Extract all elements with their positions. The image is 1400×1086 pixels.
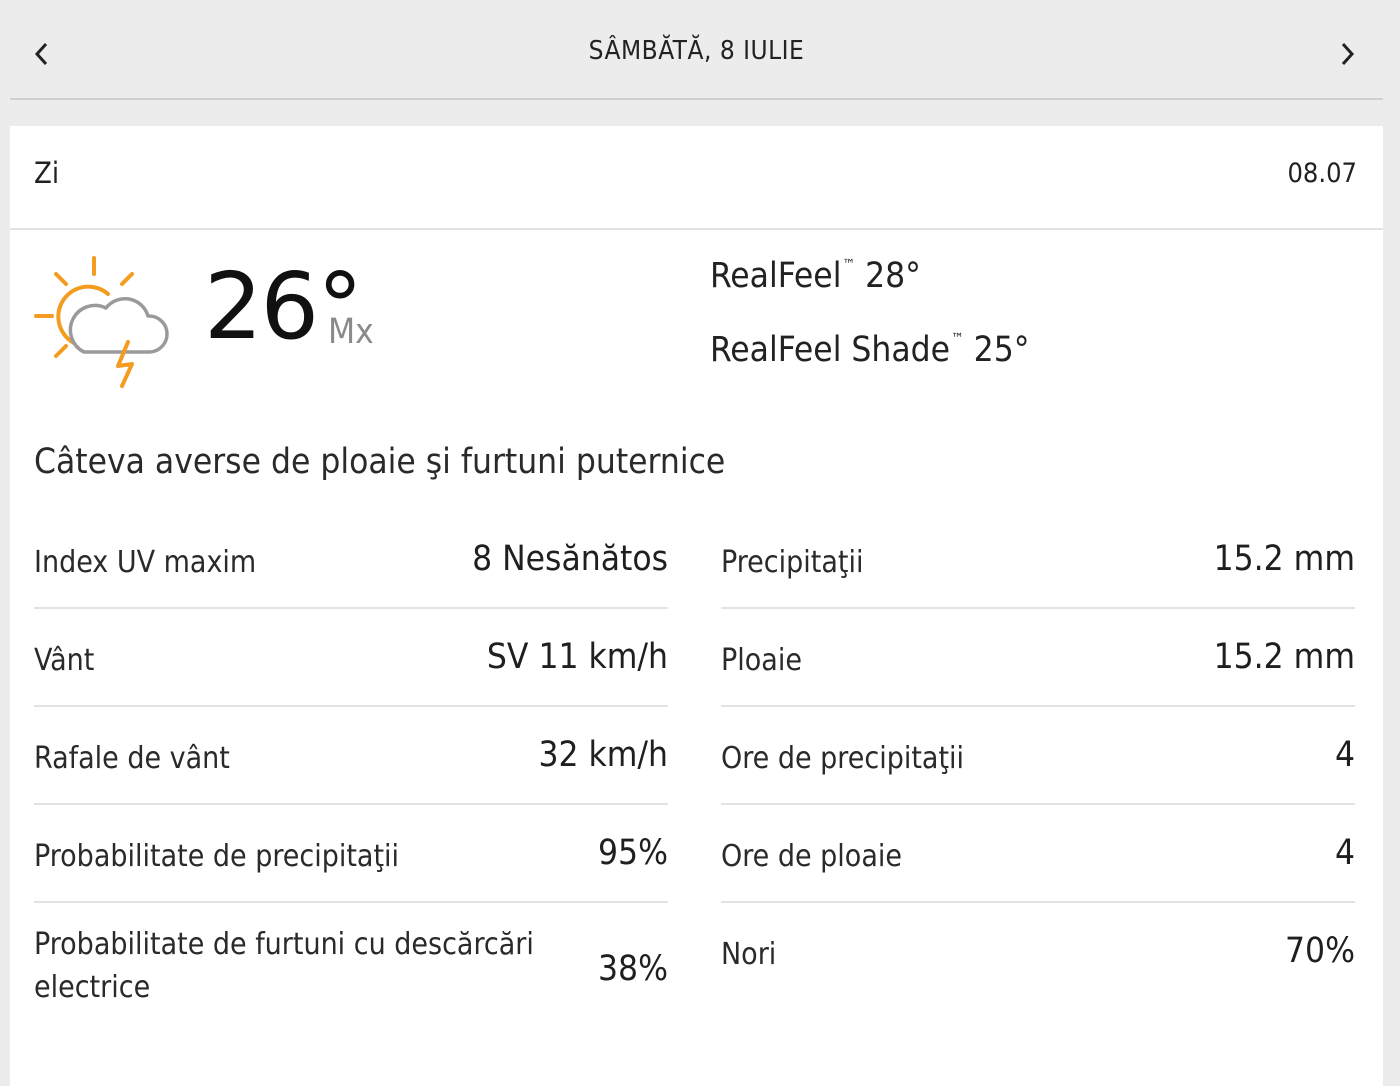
detail-value: 15.2 mm xyxy=(1213,539,1355,579)
forecast-phrase: Câteva averse de ploaie şi furtuni puter… xyxy=(34,442,726,482)
detail-value: 70% xyxy=(1285,931,1355,971)
period-date: 08.07 xyxy=(1287,158,1357,189)
detail-value: SV 11 km/h xyxy=(486,637,668,677)
realfeel-shade-label: RealFeel Shade xyxy=(710,330,951,370)
detail-label: Ploaie xyxy=(721,643,802,678)
realfeel-shade: RealFeel Shade™ 25° xyxy=(710,330,1029,370)
detail-label: Rafale de vânt xyxy=(34,741,230,776)
chevron-right-icon xyxy=(1341,42,1355,66)
detail-row-wind: Vânt SV 11 km/h xyxy=(34,609,668,707)
detail-label: Probabilitate de furtuni cu descărcări e… xyxy=(34,927,534,1005)
previous-day-button[interactable] xyxy=(24,36,60,72)
detail-row-precip-probability: Probabilitate de precipitaţii 95% xyxy=(34,805,668,903)
detail-value: 95% xyxy=(598,833,668,873)
detail-label: Ore de ploaie xyxy=(721,839,902,874)
trademark-mark: ™ xyxy=(951,331,964,347)
temperature-unit: Mx xyxy=(328,312,374,352)
date-navigation-bar: SÂMBĂTĂ, 8 IULIE xyxy=(10,0,1383,100)
details-left-column: Index UV maxim 8 Nesănătos Vânt SV 11 km… xyxy=(34,511,668,1023)
detail-row-thunderstorm-probability: Probabilitate de furtuni cu descărcări e… xyxy=(34,903,668,1023)
detail-label: Probabilitate de precipitaţii xyxy=(34,839,400,874)
detail-value: 4 xyxy=(1334,833,1355,873)
detail-row-precipitation: Precipitaţii 15.2 mm xyxy=(721,511,1355,609)
date-title: SÂMBĂTĂ, 8 IULIE xyxy=(588,36,805,66)
realfeel-value: 28° xyxy=(865,256,921,296)
card-header: Zi 08.07 xyxy=(10,126,1383,230)
detail-row-wind-gusts: Rafale de vânt 32 km/h xyxy=(34,707,668,805)
chevron-left-icon xyxy=(34,42,48,66)
detail-value: 15.2 mm xyxy=(1213,637,1355,677)
detail-row-rain-hours: Ore de ploaie 4 xyxy=(721,805,1355,903)
detail-label: Ore de precipitaţii xyxy=(721,741,965,776)
trademark-mark: ™ xyxy=(842,257,856,273)
day-forecast-card: Zi 08.07 26° Mx RealFeel™ 28° RealFeel S… xyxy=(10,126,1383,1086)
realfeel-shade-value: 25° xyxy=(973,330,1030,370)
detail-value: 8 Nesănătos xyxy=(472,539,668,579)
detail-row-rain: Ploaie 15.2 mm xyxy=(721,609,1355,707)
detail-value: 38% xyxy=(598,949,668,989)
detail-value: 4 xyxy=(1334,735,1355,775)
sun-cloud-thunderstorm-icon xyxy=(34,256,169,388)
next-day-button[interactable] xyxy=(1329,36,1365,72)
detail-value: 32 km/h xyxy=(538,735,668,775)
realfeel: RealFeel™ 28° xyxy=(710,256,921,296)
detail-label: Nori xyxy=(721,937,777,972)
detail-row-cloud-cover: Nori 70% xyxy=(721,903,1355,1023)
detail-row-uv-index: Index UV maxim 8 Nesănătos xyxy=(34,511,668,609)
realfeel-label: RealFeel xyxy=(710,256,842,296)
detail-row-precip-hours: Ore de precipitaţii 4 xyxy=(721,707,1355,805)
current-conditions: 26° Mx RealFeel™ 28° RealFeel Shade™ 25° xyxy=(10,230,1383,416)
period-label: Zi xyxy=(34,156,60,190)
detail-label: Precipitaţii xyxy=(721,545,864,580)
details-right-column: Precipitaţii 15.2 mm Ploaie 15.2 mm Ore … xyxy=(721,511,1355,1023)
